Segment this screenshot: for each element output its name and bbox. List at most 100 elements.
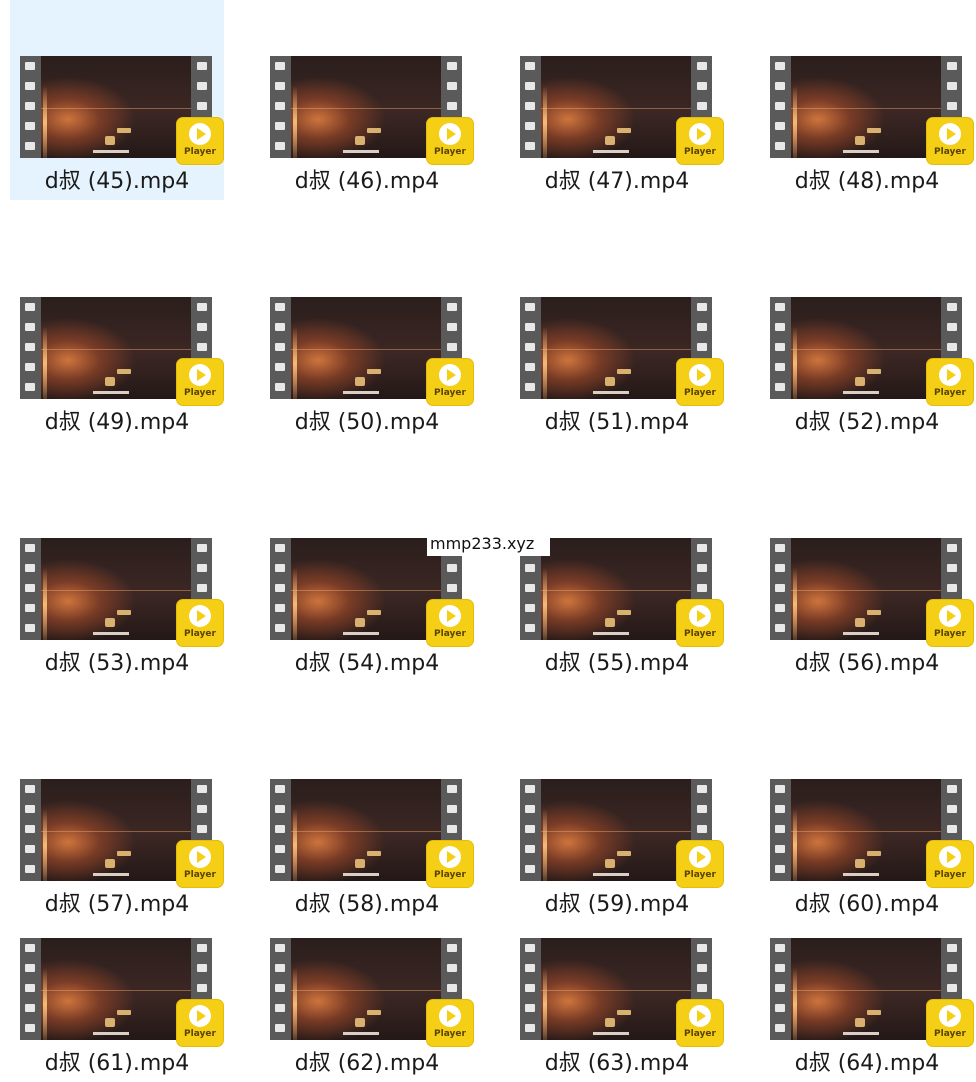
player-play-icon: Player [177, 118, 223, 164]
film-perforation [275, 122, 285, 130]
film-perforation [275, 624, 285, 632]
film-perforation [197, 564, 207, 572]
player-play-icon: Player [927, 841, 973, 887]
video-thumbnail-icon: Player [520, 934, 723, 1046]
play-triangle-icon [447, 610, 456, 622]
film-perforations [770, 297, 790, 399]
film-perforation [275, 383, 285, 391]
play-circle-icon [939, 846, 961, 868]
film-perforation [275, 604, 285, 612]
film-perforation [275, 584, 285, 592]
video-frame-preview [791, 538, 941, 640]
play-triangle-icon [697, 369, 706, 381]
play-circle-icon [189, 846, 211, 868]
video-thumbnail-icon: Player [20, 934, 223, 1046]
file-item[interactable]: Player d叔 (50).mp4 [260, 241, 474, 441]
film-perforation [447, 343, 457, 351]
frame-bar [343, 1032, 379, 1035]
frame-line [541, 590, 691, 591]
frame-logo [855, 1018, 865, 1027]
film-perforation [275, 785, 285, 793]
film-perforation [25, 604, 35, 612]
video-thumbnail-icon: Player [270, 775, 473, 887]
file-item[interactable]: Player d叔 (64).mp4 [760, 882, 974, 1082]
frame-caption [117, 128, 131, 133]
frame-logo [105, 377, 115, 386]
video-thumbnail-icon: Player [270, 293, 473, 405]
frame-bar [93, 873, 129, 876]
film-perforation [275, 102, 285, 110]
film-perforation [25, 544, 35, 552]
film-perforation [775, 984, 785, 992]
frame-logo [605, 859, 615, 868]
file-name: d叔 (63).mp4 [544, 1051, 690, 1076]
file-item[interactable]: Player d叔 (51).mp4 [510, 241, 724, 441]
film-perforation [25, 1004, 35, 1012]
file-item[interactable]: Player d叔 (46).mp4 [260, 0, 474, 200]
frame-logo [355, 618, 365, 627]
frame-flare [543, 86, 547, 158]
film-perforation [197, 82, 207, 90]
frame-line [291, 349, 441, 350]
film-perforation [775, 383, 785, 391]
file-item[interactable]: Player d叔 (61).mp4 [10, 882, 224, 1082]
frame-caption [117, 369, 131, 374]
film-perforation [525, 303, 535, 311]
play-triangle-icon [947, 610, 956, 622]
video-thumbnail-icon: Player [520, 293, 723, 405]
film-perforation [947, 303, 957, 311]
file-item[interactable]: Player d叔 (47).mp4 [510, 0, 724, 200]
frame-logo [855, 377, 865, 386]
file-item[interactable]: Player d叔 (55).mp4 [510, 482, 724, 682]
film-perforation [525, 805, 535, 813]
frame-bar [93, 391, 129, 394]
video-frame-preview [541, 56, 691, 158]
player-play-icon: Player [177, 841, 223, 887]
file-name: d叔 (62).mp4 [294, 1051, 440, 1076]
frame-bar [93, 632, 129, 635]
video-thumbnail-icon: Player [270, 934, 473, 1046]
video-frame-preview [41, 56, 191, 158]
film-perforation [525, 1024, 535, 1032]
file-item[interactable]: Player d叔 (56).mp4 [760, 482, 974, 682]
file-item[interactable]: Player d叔 (49).mp4 [10, 241, 224, 441]
player-badge-label: Player [434, 870, 466, 880]
film-perforation [525, 825, 535, 833]
frame-bar [93, 150, 129, 153]
player-play-icon: Player [427, 359, 473, 405]
video-thumbnail-icon: Player [520, 52, 723, 164]
file-item[interactable]: Player d叔 (54).mp4 [260, 482, 474, 682]
film-perforation [25, 964, 35, 972]
film-perforation [197, 584, 207, 592]
file-item[interactable]: Player d叔 (63).mp4 [510, 882, 724, 1082]
frame-logo [355, 136, 365, 145]
player-play-icon: Player [677, 118, 723, 164]
play-triangle-icon [947, 369, 956, 381]
film-perforation [775, 584, 785, 592]
film-perforation [25, 944, 35, 952]
file-item[interactable]: Player d叔 (62).mp4 [260, 882, 474, 1082]
film-perforation [25, 122, 35, 130]
file-item[interactable]: Player d叔 (45).mp4 [10, 0, 224, 200]
file-item[interactable]: Player d叔 (52).mp4 [760, 241, 974, 441]
film-perforation [697, 303, 707, 311]
film-perforation [697, 544, 707, 552]
play-triangle-icon [447, 851, 456, 863]
film-perforation [525, 865, 535, 873]
file-item[interactable]: Player d叔 (48).mp4 [760, 0, 974, 200]
file-name: d叔 (50).mp4 [294, 410, 440, 435]
frame-line [41, 990, 191, 991]
film-perforation [197, 323, 207, 331]
file-item[interactable]: Player d叔 (53).mp4 [10, 482, 224, 682]
frame-caption [617, 1010, 631, 1015]
player-badge-label: Player [684, 870, 716, 880]
film-perforations [520, 779, 540, 881]
film-perforation [947, 964, 957, 972]
player-badge-label: Player [184, 629, 216, 639]
play-circle-icon [439, 605, 461, 627]
frame-bar [93, 1032, 129, 1035]
frame-flare [293, 327, 297, 399]
film-perforation [197, 984, 207, 992]
frame-line [541, 831, 691, 832]
film-perforation [447, 944, 457, 952]
